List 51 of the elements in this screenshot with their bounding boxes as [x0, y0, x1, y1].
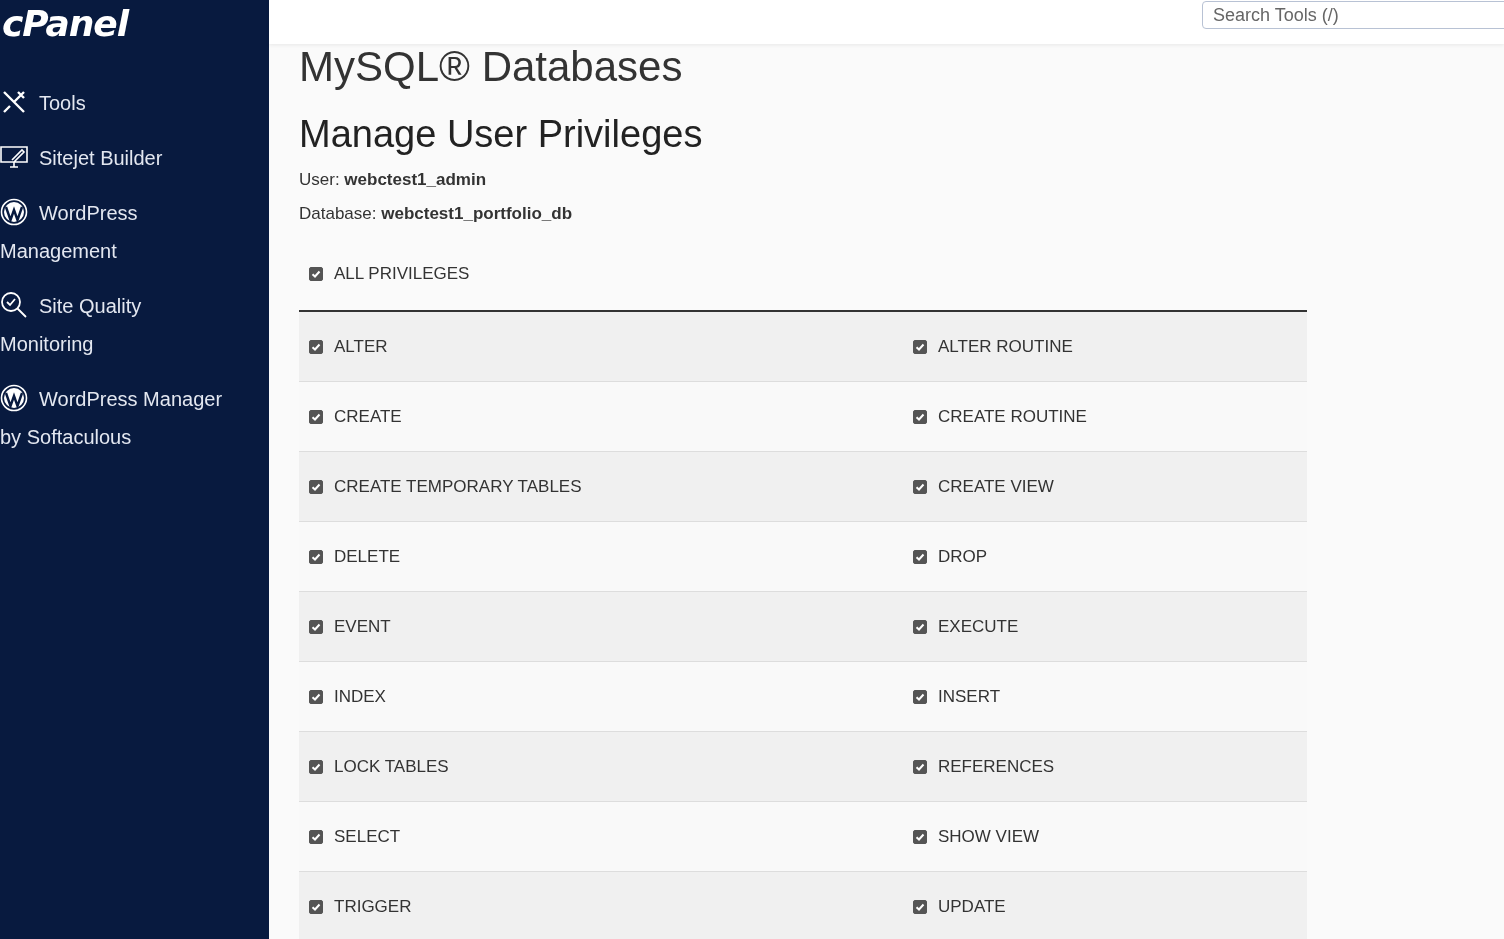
sidebar-item[interactable]: Tools: [0, 84, 269, 122]
magnifier-check-icon: [0, 291, 28, 319]
checkbox[interactable]: [309, 760, 323, 774]
privilege-label: DELETE: [334, 547, 401, 567]
checkbox[interactable]: [913, 410, 927, 424]
sidebar-item[interactable]: WordPress Management: [0, 194, 269, 270]
privilege-label: LOCK TABLES: [334, 757, 449, 777]
checkbox[interactable]: [913, 900, 927, 914]
privilege-label: EVENT: [334, 617, 391, 637]
privilege-label: REFERENCES: [938, 757, 1055, 777]
checkbox[interactable]: [913, 690, 927, 704]
privilege-label: CREATE: [334, 407, 402, 427]
checkbox[interactable]: [309, 900, 323, 914]
cpanel-logo[interactable]: cPanel: [2, 2, 129, 46]
privilege-label: ALTER: [334, 337, 388, 357]
checkbox[interactable]: [913, 340, 927, 354]
privilege-label: CREATE ROUTINE: [938, 407, 1087, 427]
sidebar-item[interactable]: WordPress Manager by Softaculous: [0, 380, 269, 456]
checkbox[interactable]: [309, 550, 323, 564]
monitor-pen-icon: [0, 143, 28, 171]
checkbox[interactable]: [913, 760, 927, 774]
privilege-label: INDEX: [334, 687, 386, 707]
checkbox[interactable]: [309, 480, 323, 494]
privilege-label: ALL PRIVILEGES: [334, 264, 470, 284]
privilege-label: UPDATE: [938, 897, 1006, 917]
checkbox[interactable]: [913, 830, 927, 844]
checkbox[interactable]: [309, 830, 323, 844]
checkbox[interactable]: [913, 550, 927, 564]
privilege-label: TRIGGER: [334, 897, 412, 917]
privilege-label: CREATE VIEW: [938, 477, 1054, 497]
privilege-label: DROP: [938, 547, 988, 567]
privilege-label: INSERT: [938, 687, 1001, 707]
sidebar-item[interactable]: Sitejet Builder: [0, 139, 269, 177]
checkbox[interactable]: [309, 267, 323, 281]
privilege-label: ALTER ROUTINE: [938, 337, 1073, 357]
checkbox[interactable]: [913, 480, 927, 494]
page-title: MySQL® Databases: [299, 44, 684, 90]
privilege-label: EXECUTE: [938, 617, 1019, 637]
privilege-label: SHOW VIEW: [938, 827, 1040, 847]
detail-text: User: webctest1_admin: [299, 170, 488, 190]
search-field[interactable]: Search Tools (/): [1202, 1, 1504, 29]
detail-text: Database: webctest1_portfolio_db: [299, 204, 574, 224]
privilege-label: CREATE TEMPORARY TABLES: [334, 477, 582, 497]
checkbox[interactable]: [913, 620, 927, 634]
sidebar-item[interactable]: Site Quality Monitoring: [0, 287, 269, 363]
checkbox[interactable]: [309, 620, 323, 634]
section-title: Manage User Privileges: [299, 112, 704, 156]
checkbox[interactable]: [309, 690, 323, 704]
privilege-label: SELECT: [334, 827, 401, 847]
checkbox[interactable]: [309, 410, 323, 424]
checkbox[interactable]: [309, 340, 323, 354]
